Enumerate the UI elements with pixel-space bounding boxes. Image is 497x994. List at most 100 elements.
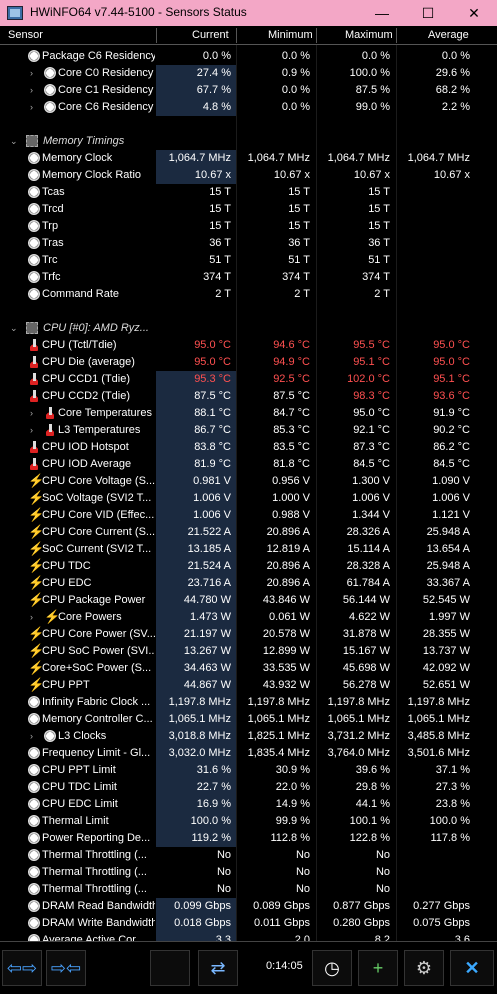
- expand-chevron-icon[interactable]: ›: [30, 68, 38, 79]
- sensor-label: Core C0 Residency: [58, 67, 154, 79]
- sensor-row[interactable]: Thermal Throttling (... No No No: [0, 864, 497, 881]
- sensor-row[interactable]: Infinity Fabric Clock ... 1,197.8 MHz 1,19…: [0, 694, 497, 711]
- nav-arrows-icon[interactable]: ⇦⇨: [2, 950, 42, 986]
- expand-chevron-icon[interactable]: ›: [30, 408, 38, 419]
- sensor-row[interactable]: Command Rate 2 T 2 T 2 T: [0, 286, 497, 303]
- sensor-row[interactable]: Thermal Limit 100.0 % 99.9 % 100.1 % 100.0 %: [0, 813, 497, 830]
- expand-chevron-icon[interactable]: ›: [30, 731, 38, 742]
- sensor-row[interactable]: CPU IOD Average 81.9 °C 81.8 °C 84.5 °C 84.5…: [0, 456, 497, 473]
- expand-chevron-icon[interactable]: ›: [30, 612, 38, 623]
- sensor-row[interactable]: Thermal Throttling (... No No No: [0, 881, 497, 898]
- sensor-row[interactable]: ⚡ CPU Package Power 44.780 W 43.846 W 56.144…: [0, 592, 497, 609]
- network-icon[interactable]: ⇄: [198, 950, 238, 986]
- sensor-row[interactable]: Frequency Limit - Gl... 3,032.0 MHz 1,835.…: [0, 745, 497, 762]
- value-average: 10.67 x: [433, 169, 470, 181]
- sensor-row[interactable]: ⚡ CPU TDC 21.524 A 20.896 A 28.328 A 25.948 A: [0, 558, 497, 575]
- sensor-row[interactable]: Trp 15 T 15 T 15 T: [0, 218, 497, 235]
- sensor-row[interactable]: › Core C6 Residency 4.8 % 0.0 % 99.0 % 2.2 %: [0, 99, 497, 116]
- value-current: No: [216, 849, 231, 861]
- sensor-group-row[interactable]: ⌄ Memory Timings: [0, 133, 497, 150]
- sensor-row[interactable]: CPU PPT Limit 31.6 % 30.9 % 39.6 % 37.1 %: [0, 762, 497, 779]
- expand-chevron-icon[interactable]: ›: [30, 85, 38, 96]
- report-add-icon[interactable]: +: [358, 950, 398, 986]
- sensor-row[interactable]: CPU CCD1 (Tdie) 95.3 °C 92.5 °C 102.0 °C 95.…: [0, 371, 497, 388]
- clock-reset-icon[interactable]: ◷: [312, 950, 352, 986]
- close-button[interactable]: ✕: [451, 0, 497, 26]
- sensor-row[interactable]: Tcas 15 T 15 T 15 T: [0, 184, 497, 201]
- sensor-row[interactable]: ⚡ CPU SoC Power (SVI... 13.267 W 12.899 W 15…: [0, 643, 497, 660]
- sensor-row[interactable]: ⚡ CPU Core Current (S... 21.522 A 20.896 A 2…: [0, 524, 497, 541]
- expand-chevron-icon[interactable]: ›: [30, 425, 38, 436]
- value-minimum: 12.899 W: [262, 645, 310, 657]
- sensor-row[interactable]: DRAM Read Bandwidth 0.099 Gbps 0.089 Gbps 0…: [0, 898, 497, 915]
- sensor-row[interactable]: CPU IOD Hotspot 83.8 °C 83.5 °C 87.3 °C 86.2…: [0, 439, 497, 456]
- column-average[interactable]: Average: [428, 29, 469, 41]
- sensor-row[interactable]: Trc 51 T 51 T 51 T: [0, 252, 497, 269]
- computer-icon[interactable]: [150, 950, 190, 986]
- value-maximum: 8.2: [374, 934, 390, 941]
- minimize-button[interactable]: —: [359, 0, 405, 26]
- sensor-row[interactable]: Package C6 Residency 0.0 % 0.0 % 0.0 % 0.0 %: [0, 48, 497, 65]
- value-average: 37.1 %: [435, 764, 470, 776]
- sensor-row[interactable]: Memory Clock 1,064.7 MHz 1,064.7 MHz 1,064.…: [0, 150, 497, 167]
- column-maximum[interactable]: Maximum: [345, 29, 393, 41]
- value-current: 13.267 W: [183, 645, 231, 657]
- sensor-row[interactable]: ⚡ CPU PPT 44.867 W 43.932 W 56.278 W 52.651 W: [0, 677, 497, 694]
- sensor-row[interactable]: ⚡ CPU Core Power (SV... 21.197 W 20.578 W 31…: [0, 626, 497, 643]
- sensor-row[interactable]: ⚡ SoC Voltage (SVI2 T... 1.006 V 1.000 V 1.0…: [0, 490, 497, 507]
- sensor-row[interactable]: ⚡ SoC Current (SVI2 T... 13.185 A 12.819 A 1…: [0, 541, 497, 558]
- value-minimum: 1.000 V: [272, 492, 310, 504]
- value-minimum: 0.061 W: [269, 611, 310, 623]
- value-maximum: 15 T: [368, 186, 390, 198]
- value-maximum: 102.0 °C: [347, 373, 390, 385]
- value-minimum: 33.535 W: [262, 662, 310, 674]
- sensor-row[interactable]: › Core C0 Residency 27.4 % 0.9 % 100.0 % 29.6…: [0, 65, 497, 82]
- value-minimum: 12.819 A: [266, 543, 310, 555]
- sensor-row[interactable]: ⚡ CPU Core VID (Effec... 1.006 V 0.988 V 1.3…: [0, 507, 497, 524]
- sensor-label: CPU Core Current (S...: [42, 526, 155, 538]
- thermometer-icon: [30, 441, 38, 453]
- sensor-row[interactable]: CPU (Tctl/Tdie) 95.0 °C 94.6 °C 95.5 °C 95.0…: [0, 337, 497, 354]
- sensor-row[interactable]: ⚡ Core+SoC Power (S... 34.463 W 33.535 W 45.…: [0, 660, 497, 677]
- sensor-row[interactable]: Power Reporting De... 119.2 % 112.8 % 122.8…: [0, 830, 497, 847]
- collapse-arrows-icon[interactable]: ⇨⇦: [46, 950, 86, 986]
- sensor-row[interactable]: ⚡ CPU Core Voltage (S... 0.981 V 0.956 V 1.3…: [0, 473, 497, 490]
- sensor-row[interactable]: › L3 Clocks 3,018.8 MHz 1,825.1 MHz 3,731.2 …: [0, 728, 497, 745]
- thermometer-icon: [46, 407, 54, 419]
- column-current[interactable]: Current: [192, 29, 229, 41]
- collapse-chevron-icon[interactable]: ⌄: [10, 323, 18, 334]
- maximize-button[interactable]: ☐: [405, 0, 451, 26]
- value-current: 95.0 °C: [194, 356, 231, 368]
- sensor-row[interactable]: CPU CCD2 (Tdie) 87.5 °C 87.5 °C 98.3 °C 93.6…: [0, 388, 497, 405]
- chip-icon: [26, 322, 38, 334]
- sensor-list[interactable]: Package C6 Residency 0.0 % 0.0 % 0.0 % 0.0 %…: [0, 45, 497, 941]
- sensor-row[interactable]: Trfc 374 T 374 T 374 T: [0, 269, 497, 286]
- sensor-row[interactable]: Trcd 15 T 15 T 15 T: [0, 201, 497, 218]
- sensor-row[interactable]: › ⚡ Core Powers 1.473 W 0.061 W 4.622 W 1.997 …: [0, 609, 497, 626]
- settings-gear-icon[interactable]: ⚙: [404, 950, 444, 986]
- vertical-scrollbar[interactable]: [481, 45, 497, 941]
- expand-chevron-icon[interactable]: ›: [30, 102, 38, 113]
- sensor-row[interactable]: › Core Temperatures 88.1 °C 84.7 °C 95.0 °C 9…: [0, 405, 497, 422]
- sensor-row[interactable]: Memory Controller C... 1,065.1 MHz 1,065.1…: [0, 711, 497, 728]
- value-average: 95.1 °C: [433, 373, 470, 385]
- sensor-row[interactable]: Thermal Throttling (... No No No: [0, 847, 497, 864]
- sensor-row[interactable]: CPU Die (average) 95.0 °C 94.9 °C 95.1 °C 95…: [0, 354, 497, 371]
- sensor-row[interactable]: ⚡ CPU EDC 23.716 A 20.896 A 61.784 A 33.367 A: [0, 575, 497, 592]
- thermometer-icon: [30, 339, 38, 351]
- sensor-row[interactable]: Tras 36 T 36 T 36 T: [0, 235, 497, 252]
- sensor-row[interactable]: CPU TDC Limit 22.7 % 22.0 % 29.8 % 27.3 %: [0, 779, 497, 796]
- exit-close-icon[interactable]: ✕: [450, 950, 494, 986]
- column-minimum[interactable]: Minimum: [268, 29, 313, 41]
- sensor-group-row[interactable]: ⌄ CPU [#0]: AMD Ryz...: [0, 320, 497, 337]
- column-sensor[interactable]: Sensor: [8, 29, 43, 41]
- sensor-row[interactable]: › L3 Temperatures 86.7 °C 85.3 °C 92.1 °C 90.…: [0, 422, 497, 439]
- sensor-row[interactable]: › Core C1 Residency 67.7 % 0.0 % 87.5 % 68.2 …: [0, 82, 497, 99]
- collapse-chevron-icon[interactable]: ⌄: [10, 136, 18, 147]
- sensor-row[interactable]: Average Active Cor... 3.3 2.0 8.2 3.6: [0, 932, 497, 941]
- value-average: 13.737 W: [422, 645, 470, 657]
- sensor-row[interactable]: DRAM Write Bandwidth 0.018 Gbps 0.011 Gbps…: [0, 915, 497, 932]
- value-average: 117.8 %: [430, 832, 470, 844]
- sensor-row[interactable]: CPU EDC Limit 16.9 % 14.9 % 44.1 % 23.8 %: [0, 796, 497, 813]
- sensor-row[interactable]: Memory Clock Ratio 10.67 x 10.67 x 10.67 x 1…: [0, 167, 497, 184]
